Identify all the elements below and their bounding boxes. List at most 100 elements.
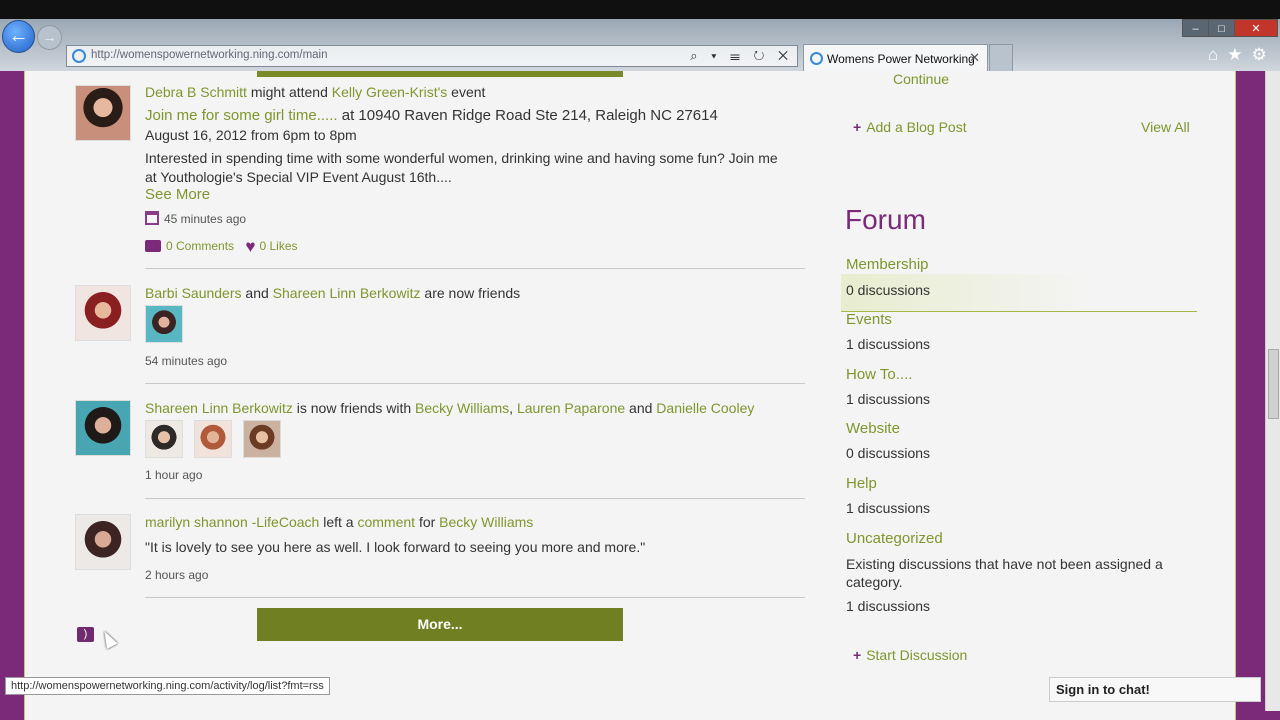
discussion-count: 1 discussions bbox=[846, 598, 931, 614]
friend-thumbnail[interactable] bbox=[145, 420, 183, 458]
browser-top-strip bbox=[0, 0, 1280, 19]
timestamp: 45 minutes ago bbox=[145, 211, 246, 226]
calendar-icon bbox=[145, 211, 159, 225]
page: Debra B Schmitt might attend Kelly Green… bbox=[0, 71, 1280, 720]
target-link[interactable]: Becky Williams bbox=[439, 514, 533, 530]
actor-link[interactable]: Debra B Schmitt bbox=[145, 84, 247, 100]
timestamp: 2 hours ago bbox=[145, 568, 209, 582]
plus-icon: + bbox=[853, 647, 862, 663]
time-text: 45 minutes ago bbox=[164, 212, 247, 226]
suffix-text: event bbox=[451, 84, 486, 100]
event-line: Join me for some girl time..... at 10940… bbox=[145, 107, 718, 124]
avatar[interactable] bbox=[75, 85, 131, 141]
discussion-count: 1 discussions bbox=[846, 500, 931, 516]
forum-category-website[interactable]: Website bbox=[846, 420, 900, 437]
avatar[interactable] bbox=[75, 400, 131, 456]
forum-category-help[interactable]: Help bbox=[846, 475, 877, 492]
verb-text: is now friends with bbox=[296, 400, 412, 416]
tab-womens-power-networking[interactable]: Womens Power Networking ✕ bbox=[803, 44, 988, 71]
back-arrow-icon[interactable]: ← bbox=[2, 20, 35, 53]
category-description: category. bbox=[846, 574, 903, 590]
activity-line: Shareen Linn Berkowitz is now friends wi… bbox=[145, 400, 754, 416]
engagement-row: 0 Comments ♥ 0 Likes bbox=[145, 237, 298, 257]
activity-line: Barbi Saunders and Shareen Linn Berkowit… bbox=[145, 285, 520, 301]
continue-link[interactable]: Continue bbox=[893, 71, 949, 87]
tab-close-icon[interactable]: ✕ bbox=[969, 50, 980, 66]
discussion-count: 1 discussions bbox=[846, 336, 931, 352]
toolbar-icons[interactable]: ⌂★⚙ bbox=[1208, 45, 1276, 65]
see-more-link[interactable]: See More bbox=[145, 186, 210, 203]
friend-thumbnail[interactable] bbox=[145, 305, 183, 343]
top-olive-bar bbox=[257, 71, 623, 77]
event-title-link[interactable]: Join me for some girl time..... bbox=[145, 107, 338, 124]
status-bar-url: http://womenspowernetworking.ning.com/ac… bbox=[5, 677, 330, 695]
add-blog-post-label: Add a Blog Post bbox=[866, 119, 967, 135]
likes-link[interactable]: 0 Likes bbox=[259, 239, 297, 253]
for-text: for bbox=[418, 514, 436, 530]
forum-category-uncategorized[interactable]: Uncategorized bbox=[846, 530, 943, 547]
plus-icon: + bbox=[853, 119, 862, 135]
address-controls[interactable]: ⌕ ▾ ☰ ↻ ✕ bbox=[690, 48, 793, 64]
verb-text: left a bbox=[323, 514, 354, 530]
description-line1: Interested in spending time with some wo… bbox=[145, 150, 778, 166]
forum-category-how-to[interactable]: How To.... bbox=[846, 366, 912, 383]
description-line2: at Youthologie's Special VIP Event Augus… bbox=[145, 169, 452, 185]
rss-icon[interactable]: ) bbox=[77, 627, 94, 642]
actor-link[interactable]: Barbi Saunders bbox=[145, 285, 242, 301]
verb-text: might attend bbox=[250, 84, 328, 100]
and-text: and bbox=[629, 400, 653, 416]
heart-icon[interactable]: ♥ bbox=[245, 237, 255, 257]
actor-link[interactable]: marilyn shannon -LifeCoach bbox=[145, 514, 319, 530]
more-button[interactable]: More... bbox=[257, 608, 623, 641]
comma-text: , bbox=[509, 400, 514, 416]
friend-link[interactable]: Danielle Cooley bbox=[656, 400, 754, 416]
view-all-link[interactable]: View All bbox=[1141, 119, 1190, 135]
ie-logo-icon bbox=[810, 52, 823, 65]
separator bbox=[145, 383, 805, 384]
friend-link[interactable]: Lauren Paparone bbox=[517, 400, 625, 416]
friend-thumbnail[interactable] bbox=[243, 420, 281, 458]
event-date: August 16, 2012 from 6pm to 8pm bbox=[145, 127, 357, 143]
category-description: Existing discussions that have not been … bbox=[846, 556, 1163, 572]
comment-quote: "It is lovely to see you here as well. I… bbox=[145, 539, 646, 555]
avatar[interactable] bbox=[75, 514, 131, 570]
avatar[interactable] bbox=[75, 285, 131, 341]
vertical-scrollbar[interactable] bbox=[1265, 71, 1280, 711]
activity-line: marilyn shannon -LifeCoach left a commen… bbox=[145, 514, 533, 530]
friend-link[interactable]: Becky Williams bbox=[415, 400, 509, 416]
discussion-count: 0 discussions bbox=[846, 282, 931, 298]
address-bar[interactable]: http://womenspowernetworking.ning.com/ma… bbox=[66, 45, 798, 67]
event-location: at 10940 Raven Ridge Road Ste 214, Ralei… bbox=[341, 107, 718, 124]
suffix-text: are now friends bbox=[424, 285, 521, 301]
timestamp: 54 minutes ago bbox=[145, 354, 228, 368]
comment-link[interactable]: comment bbox=[357, 514, 415, 530]
target-link[interactable]: Shareen Linn Berkowitz bbox=[273, 285, 421, 301]
forum-category-membership[interactable]: Membership bbox=[846, 256, 929, 273]
forward-arrow-icon[interactable]: → bbox=[37, 25, 62, 50]
discussion-count: 0 discussions bbox=[846, 445, 931, 461]
close-window-button[interactable]: ✕ bbox=[1234, 19, 1278, 37]
minimize-button[interactable]: ‒ bbox=[1182, 19, 1209, 37]
friend-thumbnail[interactable] bbox=[194, 420, 232, 458]
and-text: and bbox=[245, 285, 269, 301]
add-blog-post-link[interactable]: + Add a Blog Post bbox=[853, 119, 967, 135]
comment-icon bbox=[145, 240, 161, 252]
maximize-button[interactable]: □ bbox=[1208, 19, 1235, 37]
separator bbox=[145, 268, 805, 269]
scrollbar-thumb[interactable] bbox=[1268, 349, 1279, 419]
new-tab-button[interactable] bbox=[989, 44, 1013, 71]
actor-link[interactable]: Shareen Linn Berkowitz bbox=[145, 400, 293, 416]
separator bbox=[145, 498, 805, 499]
target-link[interactable]: Kelly Green-Krist's bbox=[332, 84, 447, 100]
sign-in-to-chat-button[interactable]: Sign in to chat! bbox=[1049, 677, 1261, 702]
start-discussion-label: Start Discussion bbox=[866, 647, 968, 663]
separator bbox=[145, 597, 805, 598]
forum-category-events[interactable]: Events bbox=[846, 311, 892, 328]
start-discussion-link[interactable]: + Start Discussion bbox=[853, 647, 967, 663]
address-url: http://womenspowernetworking.ning.com/ma… bbox=[91, 49, 328, 61]
comments-link[interactable]: 0 Comments bbox=[166, 239, 234, 253]
timestamp: 1 hour ago bbox=[145, 468, 203, 482]
activity-line: Debra B Schmitt might attend Kelly Green… bbox=[145, 84, 485, 100]
discussion-count: 1 discussions bbox=[846, 391, 931, 407]
ie-logo-icon bbox=[72, 49, 86, 63]
